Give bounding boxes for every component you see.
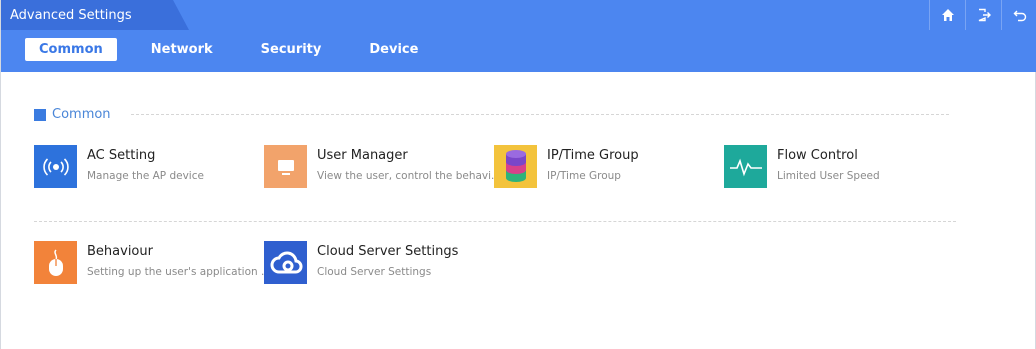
section-marker-icon — [34, 108, 46, 121]
row-divider — [34, 221, 956, 222]
ac-setting-item[interactable]: AC Setting Manage the AP device — [34, 145, 204, 188]
home-icon[interactable] — [929, 0, 965, 30]
item-title: Flow Control — [777, 148, 858, 163]
monitor-icon — [264, 145, 307, 188]
section-header: Common — [34, 107, 111, 122]
page-title: Advanced Settings — [10, 8, 132, 23]
item-title: Cloud Server Settings — [317, 244, 459, 259]
item-title: User Manager — [317, 148, 408, 163]
user-manager-item[interactable]: User Manager View the user, control the … — [264, 145, 501, 188]
behaviour-item[interactable]: Behaviour Setting up the user's applicat… — [34, 241, 271, 284]
tab-device[interactable]: Device — [355, 38, 432, 61]
item-description: View the user, control the behavi... — [317, 170, 502, 182]
tab-security[interactable]: Security — [247, 38, 336, 61]
header-actions — [929, 0, 1036, 30]
tab-common[interactable]: Common — [25, 38, 117, 61]
item-description: Cloud Server Settings — [317, 266, 432, 278]
tab-network[interactable]: Network — [137, 38, 227, 61]
flow-control-item[interactable]: Flow Control Limited User Speed — [724, 145, 880, 188]
item-title: IP/Time Group — [547, 148, 639, 163]
logout-icon[interactable] — [965, 0, 1001, 30]
ip-time-group-item[interactable]: IP/Time Group IP/Time Group — [494, 145, 639, 188]
database-stack-icon — [494, 145, 537, 188]
header-bar: Advanced Settings Common Network Securit… — [1, 0, 1036, 72]
back-icon[interactable] — [1001, 0, 1036, 30]
title-tab: Advanced Settings — [1, 0, 189, 30]
ac-signal-icon — [34, 145, 77, 188]
settings-tabs: Common Network Security Device — [25, 38, 452, 61]
item-title: AC Setting — [87, 148, 156, 163]
advanced-settings-page: Advanced Settings Common Network Securit… — [0, 0, 1036, 349]
cloud-icon — [264, 241, 307, 284]
section-divider — [131, 114, 949, 115]
item-description: IP/Time Group — [547, 170, 621, 182]
section-title: Common — [52, 107, 111, 122]
cloud-server-settings-item[interactable]: Cloud Server Settings Cloud Server Setti… — [264, 241, 458, 284]
mouse-click-icon — [34, 241, 77, 284]
pulse-wave-icon — [724, 145, 767, 188]
item-description: Limited User Speed — [777, 170, 880, 182]
item-title: Behaviour — [87, 244, 153, 259]
item-description: Setting up the user's application ... — [87, 266, 272, 278]
item-description: Manage the AP device — [87, 170, 204, 182]
